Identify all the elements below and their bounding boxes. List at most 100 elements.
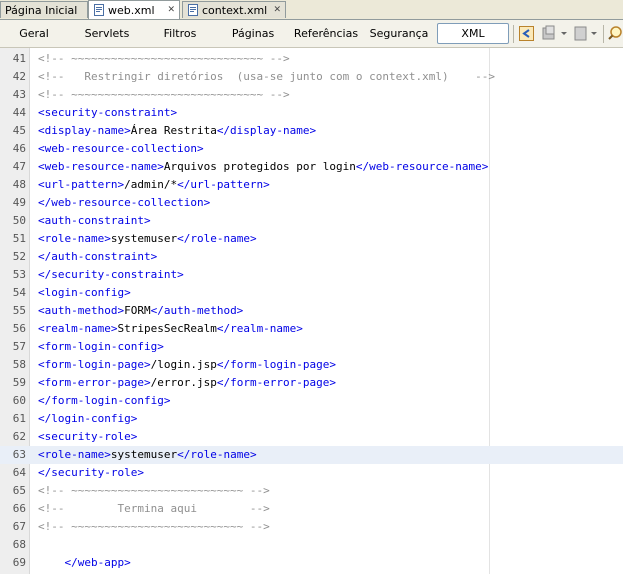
line-number: 46	[12, 142, 26, 155]
view-seguranca-button[interactable]: Segurança	[366, 23, 432, 44]
code-text: <url-pattern>/admin/*</url-pattern>	[38, 176, 270, 194]
xml-tag: </login-config>	[38, 412, 138, 425]
code-text: <!-- Restringir diretórios (usa-se junto…	[38, 68, 495, 86]
code-line[interactable]: 52 </auth-constraint>	[0, 248, 623, 266]
code-line[interactable]: 62 <security-role>	[0, 428, 623, 446]
code-line[interactable]: 49 </web-resource-collection>	[0, 194, 623, 212]
code-line[interactable]: 53 </security-constraint>	[0, 266, 623, 284]
xml-tag: <realm-name>	[38, 322, 118, 335]
line-number: 59	[12, 376, 26, 389]
view-toolbar: Geral Servlets Filtros Páginas Referênci…	[0, 20, 623, 48]
xml-comment: <!-- ~~~~~~~~~~~~~~~~~~~~~~~~~~~~~ -->	[38, 88, 290, 101]
code-line[interactable]: 42 <!-- Restringir diretórios (usa-se jun…	[0, 68, 623, 86]
code-line[interactable]: 63 <role-name>systemuser</role-name>	[0, 446, 623, 464]
code-line[interactable]: 66 <!-- Termina aqui -->	[0, 500, 623, 518]
code-line[interactable]: 54 <login-config>	[0, 284, 623, 302]
history-icon[interactable]	[541, 25, 558, 42]
line-number: 51	[12, 232, 26, 245]
code-line[interactable]: 67 <!-- ~~~~~~~~~~~~~~~~~~~~~~~~~~ -->	[0, 518, 623, 536]
code-text: <!-- ~~~~~~~~~~~~~~~~~~~~~~~~~~~~~ -->	[38, 50, 290, 68]
xml-tag: <form-error-page>	[38, 376, 151, 389]
code-line[interactable]: 58 <form-login-page>/login.jsp</form-logi…	[0, 356, 623, 374]
code-line[interactable]: 43 <!-- ~~~~~~~~~~~~~~~~~~~~~~~~~~~~~ -->	[0, 86, 623, 104]
code-text: </login-config>	[38, 410, 137, 428]
code-line[interactable]: 55 <auth-method>FORM</auth-method>	[0, 302, 623, 320]
document-icon[interactable]	[572, 25, 589, 42]
code-text: </form-login-config>	[38, 392, 170, 410]
code-line[interactable]: 68	[0, 536, 623, 554]
view-filtros-button[interactable]: Filtros	[152, 23, 208, 44]
code-text: </web-resource-collection>	[38, 194, 210, 212]
line-number: 69	[12, 556, 26, 569]
line-number: 66	[12, 502, 26, 515]
xml-tag: <role-name>	[38, 448, 111, 461]
xml-text: FORM	[124, 304, 151, 317]
code-line[interactable]: 60 </form-login-config>	[0, 392, 623, 410]
code-line[interactable]: 45 <display-name>Área Restrita</display-n…	[0, 122, 623, 140]
view-label: Geral	[19, 27, 49, 40]
xml-text: systemuser	[110, 232, 178, 245]
view-servlets-button[interactable]: Servlets	[76, 23, 138, 44]
code-text: <auth-method>FORM</auth-method>	[38, 302, 243, 320]
search-icon[interactable]	[608, 25, 623, 42]
line-number: 53	[12, 268, 26, 281]
line-number: 68	[12, 538, 26, 551]
line-number: 41	[12, 52, 26, 65]
code-text: <!-- ~~~~~~~~~~~~~~~~~~~~~~~~~~ -->	[38, 482, 270, 500]
code-text: <form-error-page>/error.jsp</form-error-…	[38, 374, 336, 392]
code-line[interactable]: 57 <form-login-config>	[0, 338, 623, 356]
xml-comment: <!-- ~~~~~~~~~~~~~~~~~~~~~~~~~~ -->	[38, 484, 270, 497]
code-line[interactable]: 48 <url-pattern>/admin/*</url-pattern>	[0, 176, 623, 194]
xml-file-icon	[94, 4, 104, 16]
line-number: 56	[12, 322, 26, 335]
code-text: <!-- Termina aqui -->	[38, 500, 270, 518]
toolbar-separator	[513, 25, 514, 43]
tab-context-xml[interactable]: context.xml ✕	[182, 1, 286, 18]
line-number: 43	[12, 88, 26, 101]
code-line[interactable]: 56 <realm-name>StripesSecRealm</realm-nam…	[0, 320, 623, 338]
xml-tag: <display-name>	[38, 124, 131, 137]
view-paginas-button[interactable]: Páginas	[222, 23, 284, 44]
code-line[interactable]: 41 <!-- ~~~~~~~~~~~~~~~~~~~~~~~~~~~~~ -->	[0, 50, 623, 68]
back-to-source-icon[interactable]	[518, 25, 535, 42]
xml-code-editor[interactable]: 41 <!-- ~~~~~~~~~~~~~~~~~~~~~~~~~~~~~ -->…	[0, 48, 623, 574]
xml-tag: </web-resource-collection>	[38, 196, 211, 209]
code-line[interactable]: 50 <auth-constraint>	[0, 212, 623, 230]
code-text: </auth-constraint>	[38, 248, 157, 266]
code-line[interactable]: 69 </web-app>	[0, 554, 623, 572]
tab-pagina-inicial[interactable]: Página Inicial	[0, 1, 88, 18]
view-referencias-button[interactable]: Referências	[292, 23, 360, 44]
line-number: 47	[12, 160, 26, 173]
xml-tag: <web-resource-name>	[38, 160, 164, 173]
xml-text	[38, 556, 65, 569]
code-line[interactable]: 65 <!-- ~~~~~~~~~~~~~~~~~~~~~~~~~~ -->	[0, 482, 623, 500]
code-line[interactable]: 59 <form-error-page>/error.jsp</form-erro…	[0, 374, 623, 392]
code-line[interactable]: 51 <role-name>systemuser</role-name>	[0, 230, 623, 248]
xml-tag: <login-config>	[38, 286, 131, 299]
close-icon[interactable]: ✕	[163, 5, 175, 15]
view-geral-button[interactable]: Geral	[4, 23, 64, 44]
line-number: 57	[12, 340, 26, 353]
code-text: <realm-name>StripesSecRealm</realm-name>	[38, 320, 303, 338]
line-number: 44	[12, 106, 26, 119]
view-xml-button[interactable]: XML	[437, 23, 509, 44]
xml-text: /login.jsp	[150, 358, 217, 371]
line-number: 65	[12, 484, 26, 497]
line-number: 49	[12, 196, 26, 209]
xml-tag: </web-app>	[64, 556, 131, 569]
line-number: 58	[12, 358, 26, 371]
xml-text: systemuser	[110, 448, 178, 461]
tab-web-xml[interactable]: web.xml ✕	[88, 0, 180, 19]
code-line[interactable]: 64 </security-role>	[0, 464, 623, 482]
code-line[interactable]: 46 <web-resource-collection>	[0, 140, 623, 158]
code-line[interactable]: 61 </login-config>	[0, 410, 623, 428]
dropdown-arrow-icon[interactable]	[560, 25, 568, 42]
xml-tag: </url-pattern>	[177, 178, 270, 191]
dropdown-arrow-icon[interactable]	[590, 25, 598, 42]
xml-text: /error.jsp	[150, 376, 217, 389]
line-number: 55	[12, 304, 26, 317]
close-icon[interactable]: ✕	[269, 5, 281, 15]
code-line[interactable]: 44 <security-constraint>	[0, 104, 623, 122]
code-line[interactable]: 47 <web-resource-name>Arquivos protegidos…	[0, 158, 623, 176]
xml-comment: <!-- Termina aqui -->	[38, 502, 270, 515]
